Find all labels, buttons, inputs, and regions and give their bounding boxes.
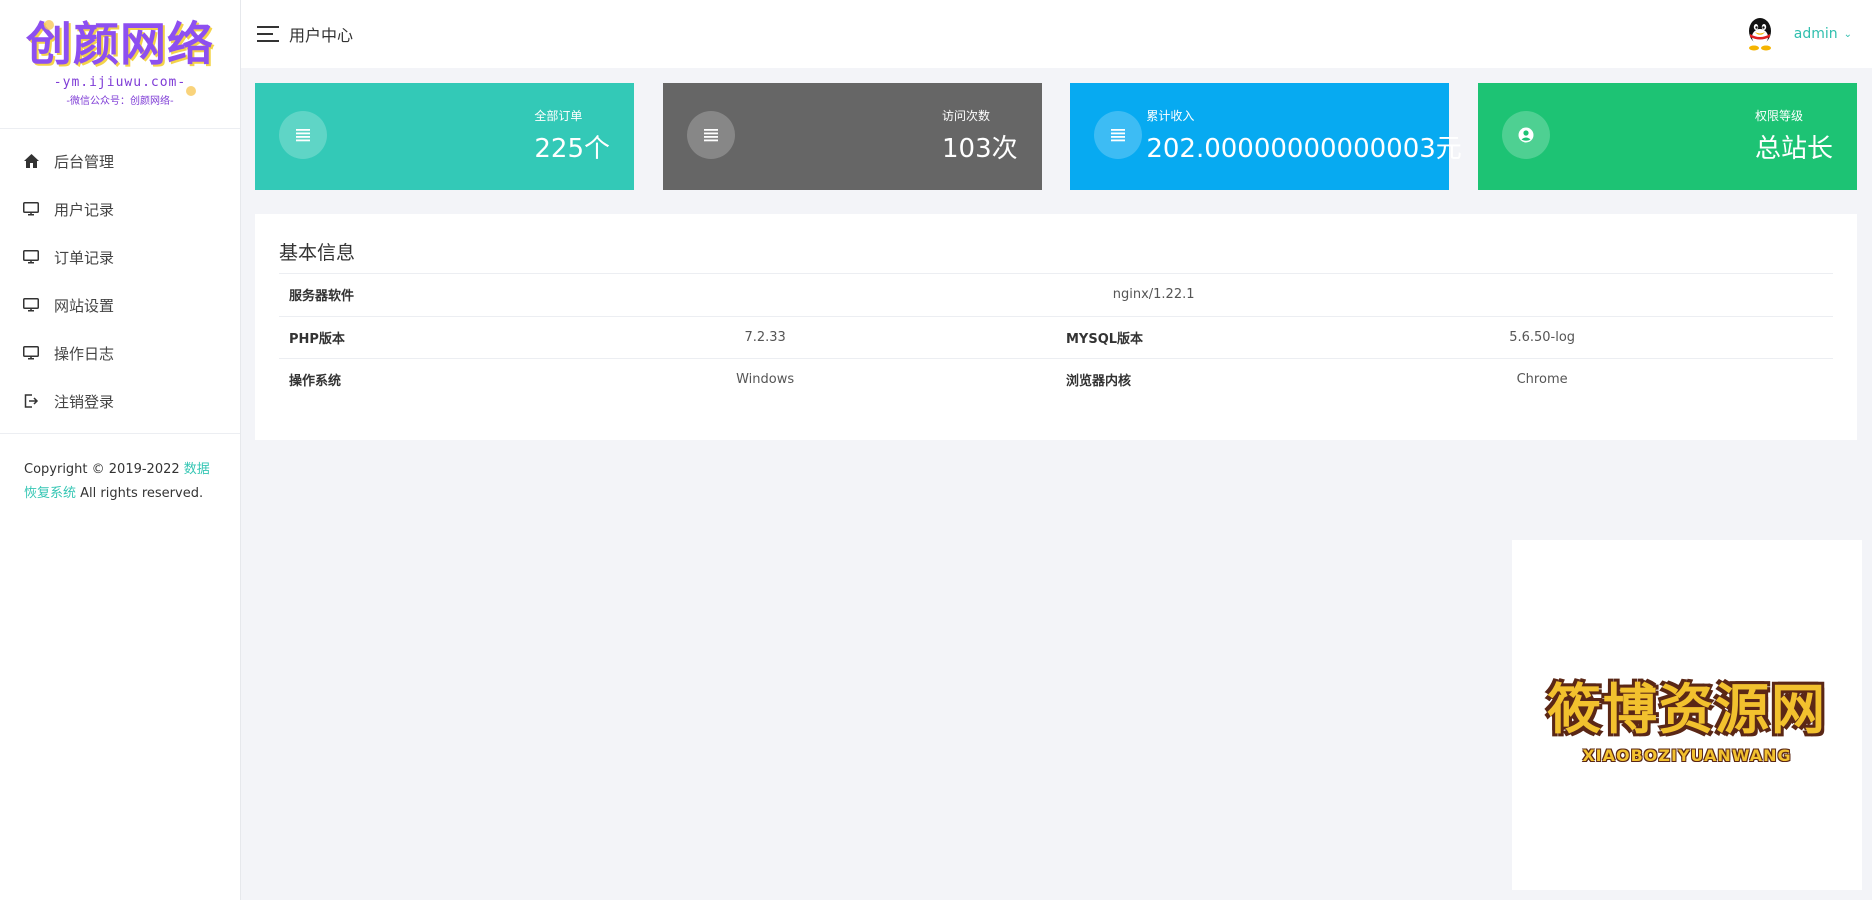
basic-info-panel: 基本信息 服务器软件 nginx/1.22.1 PHP版本 7.2.33 MYS… bbox=[255, 214, 1857, 440]
username: admin bbox=[1793, 26, 1838, 42]
sidebar-item-logs[interactable]: 操作日志 bbox=[0, 329, 240, 377]
sidebar-item-label: 网站设置 bbox=[54, 296, 115, 315]
home-icon bbox=[22, 152, 40, 170]
copyright: Copyright © 2019-2022 数据恢复系统 All rights … bbox=[0, 434, 240, 530]
stat-label: 全部订单 bbox=[534, 109, 583, 123]
menu-toggle-icon[interactable] bbox=[257, 26, 279, 42]
logo-title: 创颜网络 bbox=[26, 17, 214, 71]
sparkle-decoration bbox=[44, 20, 54, 30]
top-header: 用户中心 admin ⌄ bbox=[241, 0, 1872, 68]
browser-value: Chrome bbox=[1516, 371, 1568, 387]
sidebar-item-logout[interactable]: 注销登录 bbox=[0, 377, 240, 425]
table-row: 服务器软件 nginx/1.22.1 bbox=[279, 274, 1833, 317]
php-version-label: PHP版本 bbox=[279, 316, 475, 359]
logo[interactable]: 创颜网络 -ym.ijiuwu.com- -微信公众号：创颜网络- bbox=[0, 0, 240, 128]
php-version-value: 7.2.33 bbox=[474, 316, 1056, 359]
sidebar-item-settings[interactable]: 网站设置 bbox=[0, 281, 240, 329]
stat-card-visits: 访问次数 103次 bbox=[662, 83, 1042, 190]
logo-url: -ym.ijiuwu.com- bbox=[53, 75, 187, 90]
monitor-icon bbox=[22, 248, 40, 266]
mysql-version-value: 5.6.50-log bbox=[1251, 316, 1833, 359]
user-circle-icon bbox=[1501, 111, 1550, 159]
stat-card-income: 累计收入 202.00000000000003元 bbox=[1070, 83, 1462, 190]
chevron-down-icon: ⌄ bbox=[1843, 28, 1852, 40]
sidebar-item-label: 后台管理 bbox=[54, 152, 115, 171]
sidebar-item-admin[interactable]: 后台管理 bbox=[0, 137, 240, 185]
sidebar-item-label: 订单记录 bbox=[54, 248, 115, 267]
page-title: 用户中心 bbox=[289, 26, 354, 45]
stat-value: 225个 bbox=[534, 134, 610, 164]
os-value: Windows bbox=[736, 371, 795, 387]
sidebar-item-label: 用户记录 bbox=[54, 200, 115, 219]
server-software-value: nginx/1.22.1 bbox=[474, 274, 1833, 317]
stat-label: 权限等级 bbox=[1754, 109, 1803, 123]
browser-label: 浏览器内核 bbox=[1065, 373, 1131, 389]
server-software-label: 服务器软件 bbox=[279, 274, 475, 317]
stat-value: 202.00000000000003元 bbox=[1146, 134, 1462, 164]
stat-value: 103次 bbox=[942, 134, 1018, 164]
stat-label: 累计收入 bbox=[1146, 109, 1195, 123]
stat-card-level: 权限等级 总站长 bbox=[1477, 83, 1857, 190]
watermark-title: 筱博资源网 bbox=[1547, 678, 1827, 741]
copyright-suffix: All rights reserved. bbox=[76, 486, 204, 501]
user-menu[interactable]: admin ⌄ bbox=[1794, 26, 1852, 42]
monitor-icon bbox=[22, 296, 40, 314]
copyright-prefix: Copyright © 2019-2022 bbox=[24, 462, 184, 477]
os-label: 操作系统 bbox=[289, 373, 342, 389]
stat-value: 总站长 bbox=[1754, 134, 1833, 164]
list-icon bbox=[686, 111, 735, 159]
sparkle-decoration bbox=[186, 86, 196, 96]
list-icon bbox=[1094, 111, 1143, 159]
stat-label: 访问次数 bbox=[942, 109, 991, 123]
watermark-logo: 筱博资源网 XIAOBOZIYUANWANG bbox=[1512, 540, 1862, 890]
info-table: 服务器软件 nginx/1.22.1 PHP版本 7.2.33 MYSQL版本 … bbox=[279, 274, 1833, 400]
qq-avatar-icon[interactable] bbox=[1744, 17, 1776, 51]
monitor-icon bbox=[22, 344, 40, 362]
sidebar-item-orders[interactable]: 订单记录 bbox=[0, 233, 240, 281]
list-icon bbox=[279, 111, 327, 159]
sidebar-item-label: 操作日志 bbox=[54, 344, 115, 363]
sidebar-item-label: 注销登录 bbox=[54, 392, 115, 411]
stat-cards: 全部订单 225个 访问次数 103次 累计收入 202.00000000000… bbox=[255, 83, 1857, 190]
table-row: 操作系统 Windows 浏览器内核 Chrome bbox=[279, 358, 1833, 400]
panel-title: 基本信息 bbox=[279, 238, 1833, 274]
sidebar-item-users[interactable]: 用户记录 bbox=[0, 185, 240, 233]
mysql-version-label: MYSQL版本 bbox=[1055, 316, 1252, 359]
monitor-icon bbox=[22, 200, 40, 218]
table-row: PHP版本 7.2.33 MYSQL版本 5.6.50-log bbox=[279, 316, 1833, 359]
stat-card-orders: 全部订单 225个 bbox=[255, 83, 634, 190]
logout-icon bbox=[22, 392, 40, 410]
watermark-subtitle: XIAOBOZIYUANWANG bbox=[1582, 746, 1792, 765]
sidebar-menu: 后台管理 用户记录 订单记录 网站设置 操作日志 注销登录 bbox=[0, 128, 240, 434]
logo-wechat: -微信公众号：创颜网络- bbox=[66, 96, 174, 107]
sidebar: 创颜网络 -ym.ijiuwu.com- -微信公众号：创颜网络- 后台管理 用… bbox=[0, 0, 241, 900]
